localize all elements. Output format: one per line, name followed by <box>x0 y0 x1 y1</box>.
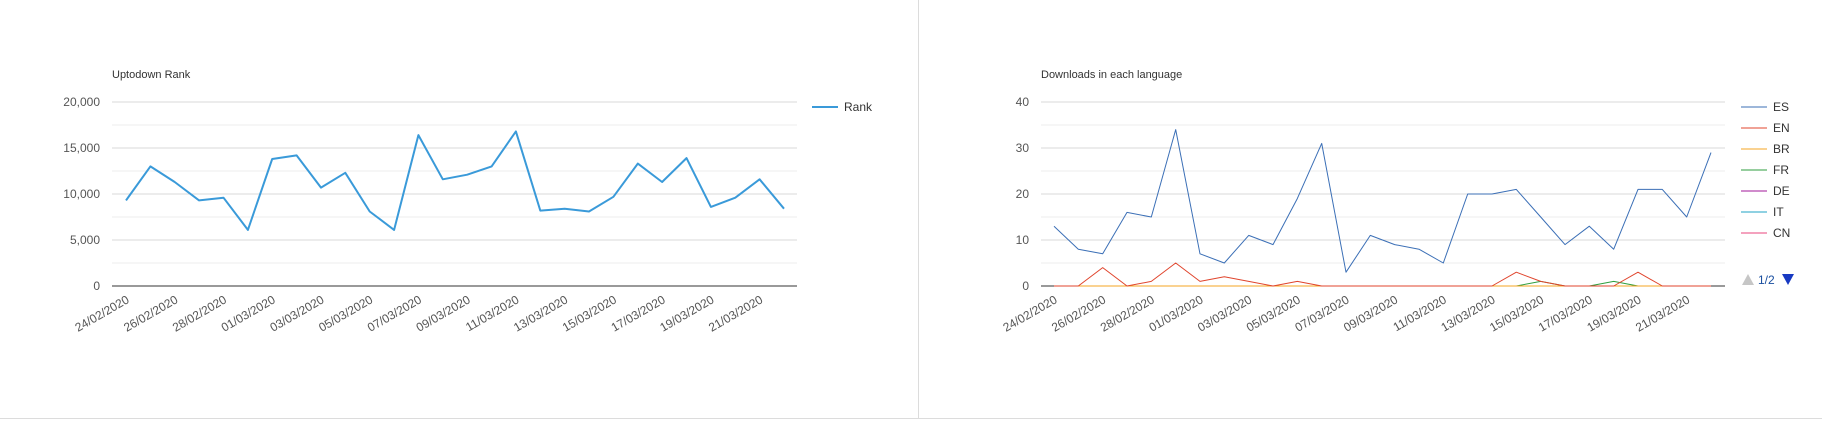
x-tick-label: 05/03/2020 <box>1244 292 1303 334</box>
language-chart-title: Downloads in each language <box>1041 69 1182 81</box>
x-tick-label: 19/03/2020 <box>657 292 716 334</box>
y-tick-label: 0 <box>93 279 100 293</box>
x-tick-label: 01/03/2020 <box>1146 292 1205 334</box>
legend-label-fr: FR <box>1773 163 1789 177</box>
x-tick-label: 03/03/2020 <box>1195 292 1254 334</box>
rank-chart-panel: Uptodown Rank 0 5,000 10,000 15,000 20,000 24… <box>0 0 918 418</box>
x-tick-label: 28/02/2020 <box>170 292 229 334</box>
x-tick-label: 28/02/2020 <box>1098 292 1157 334</box>
rank-chart: Uptodown Rank 0 5,000 10,000 15,000 20,000 24… <box>63 69 873 335</box>
x-tick-label: 05/03/2020 <box>316 292 375 334</box>
x-tick-label: 17/03/2020 <box>609 292 668 334</box>
x-tick-label: 09/03/2020 <box>1341 292 1400 334</box>
legend-label-it: IT <box>1773 205 1784 219</box>
legend-label-es: ES <box>1773 100 1789 114</box>
legend-label-rank: Rank <box>844 100 873 114</box>
series-line-es <box>1053 129 1712 273</box>
language-chart: Downloads in each language 0 10 20 30 40 24/0… <box>1000 69 1794 335</box>
x-tick-label: 21/03/2020 <box>1633 292 1692 334</box>
x-tick-label: 01/03/2020 <box>219 292 278 334</box>
x-tick-label: 09/03/2020 <box>414 292 473 334</box>
legend-prev-icon <box>1742 274 1754 285</box>
x-tick-label: 21/03/2020 <box>706 292 765 334</box>
x-tick-label: 11/03/2020 <box>463 292 522 334</box>
y-tick-label: 10 <box>1016 233 1030 247</box>
series-line-fr <box>1054 280 1711 287</box>
x-tick-label: 13/03/2020 <box>1438 292 1497 334</box>
x-tick-label: 07/03/2020 <box>1292 292 1351 334</box>
y-tick-label: 10,000 <box>63 187 100 201</box>
series-line-rank <box>125 130 785 231</box>
legend-next-icon[interactable] <box>1782 274 1794 285</box>
legend-label-cn: CN <box>1773 226 1790 240</box>
x-tick-label: 17/03/2020 <box>1536 292 1595 334</box>
x-tick-label: 24/02/2020 <box>72 292 131 334</box>
legend-label-br: BR <box>1773 142 1790 156</box>
y-tick-label: 0 <box>1022 279 1029 293</box>
x-tick-label: 26/02/2020 <box>1049 292 1108 334</box>
y-tick-label: 15,000 <box>63 141 100 155</box>
x-tick-label: 11/03/2020 <box>1391 292 1450 334</box>
x-tick-label: 26/02/2020 <box>121 292 180 334</box>
x-tick-label: 19/03/2020 <box>1584 292 1643 334</box>
y-tick-label: 20 <box>1016 187 1030 201</box>
y-tick-label: 5,000 <box>70 233 100 247</box>
series-line-en <box>1054 262 1711 287</box>
x-tick-label: 15/03/2020 <box>1487 292 1546 334</box>
y-tick-label: 40 <box>1016 95 1030 109</box>
legend-label-en: EN <box>1773 121 1790 135</box>
y-tick-label: 30 <box>1016 141 1030 155</box>
legend-label-de: DE <box>1773 184 1790 198</box>
x-tick-label: 15/03/2020 <box>560 292 619 334</box>
x-tick-label: 13/03/2020 <box>511 292 570 334</box>
bottom-border <box>0 418 1822 419</box>
x-tick-label: 24/02/2020 <box>1000 292 1059 334</box>
legend-page-indicator: 1/2 <box>1758 273 1775 287</box>
x-tick-label: 07/03/2020 <box>365 292 424 334</box>
rank-chart-title: Uptodown Rank <box>112 69 191 81</box>
x-tick-label: 03/03/2020 <box>267 292 326 334</box>
y-tick-label: 20,000 <box>63 95 100 109</box>
language-chart-panel: Downloads in each language 0 10 20 30 40 24/0… <box>919 0 1822 418</box>
